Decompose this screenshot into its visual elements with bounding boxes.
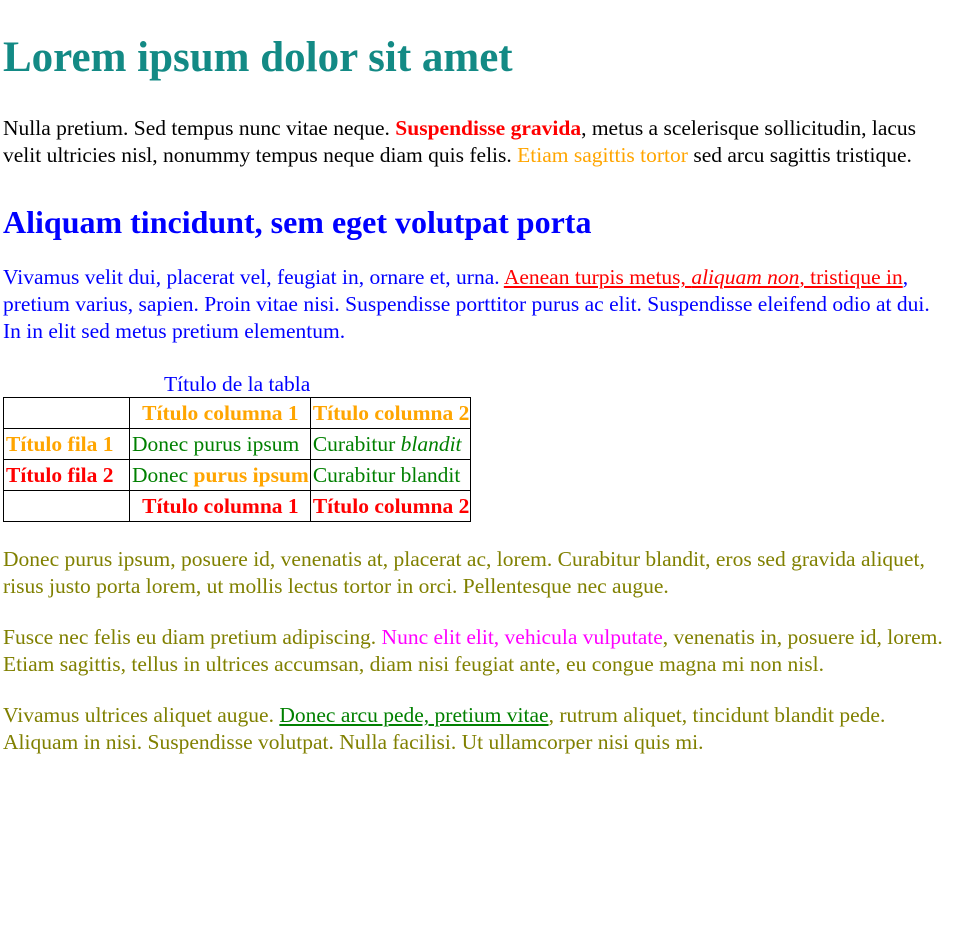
intro-text-1: Nulla pretium. Sed tempus nunc vitae neq… xyxy=(3,116,396,140)
table-footer-row: Título columna 1 Título columna 2 xyxy=(3,490,472,522)
aenean-link-italic: aliquam non xyxy=(691,265,800,289)
olive-paragraph-1: Donec purus ipsum, posuere id, venenatis… xyxy=(3,547,925,598)
olive-paragraph-2: Fusce nec felis eu diam pretium adipisci… xyxy=(3,624,952,678)
table-header-row: Título columna 1 Título columna 2 xyxy=(3,397,472,429)
header-col-1: Título columna 1 xyxy=(129,397,311,429)
cell-r1-c2-italic: blandit xyxy=(400,431,462,456)
aenean-link-text-b: , tristique in xyxy=(799,265,903,289)
olive2-text-1: Fusce nec felis eu diam pretium adipisci… xyxy=(3,625,382,649)
cell-r1-c2-plain: Curabitur xyxy=(312,431,401,456)
olive3-text-1: Vivamus ultrices aliquet augue. xyxy=(3,703,280,727)
intro-paragraph: Nulla pretium. Sed tempus nunc vitae neq… xyxy=(3,115,952,169)
table-corner-cell xyxy=(3,397,130,429)
footer-col-1: Título columna 1 xyxy=(129,490,311,522)
cell-r1-c2: Curabitur blandit xyxy=(309,428,472,460)
row-header-2: Título fila 2 xyxy=(3,459,130,491)
table-footer-corner xyxy=(3,490,130,522)
aenean-link-text-a: Aenean turpis metus, xyxy=(503,265,692,289)
aenean-link[interactable]: Aenean turpis metus, aliquam non, tristi… xyxy=(504,265,903,289)
section-heading: Aliquam tincidunt, sem eget volutpat por… xyxy=(3,204,592,240)
row-header-1: Título fila 1 xyxy=(3,428,130,460)
section-paragraph: Vivamus velit dui, placerat vel, feugiat… xyxy=(3,264,952,345)
section-text-1: Vivamus velit dui, placerat vel, feugiat… xyxy=(3,265,504,289)
olive-paragraph-3: Vivamus ultrices aliquet augue. Donec ar… xyxy=(3,702,952,756)
intro-bold-red: Suspendisse gravida xyxy=(395,116,582,140)
table-caption: Título de la tabla xyxy=(164,372,311,396)
cell-r1-c1: Donec purus ipsum xyxy=(129,428,311,460)
olive2-magenta-text: Nunc elit elit, vehicula vulputate xyxy=(381,625,663,649)
cell-r2-c2: Curabitur blandit xyxy=(309,459,472,491)
table-row: Título fila 1 Donec purus ipsum Curabitu… xyxy=(3,428,472,460)
page-title: Lorem ipsum dolor sit amet xyxy=(3,34,513,81)
intro-text-3: sed arcu sagittis tristique. xyxy=(687,143,912,167)
table-row: Título fila 2 Donec purus ipsum Curabitu… xyxy=(3,459,472,491)
cell-r2-c1-bold: purus ipsum xyxy=(193,462,309,487)
intro-orange-text: Etiam sagittis tortor xyxy=(517,143,688,167)
donec-arcu-link[interactable]: Donec arcu pede, pretium vitae xyxy=(279,703,548,727)
cell-r2-c1-plain: Donec xyxy=(132,462,194,487)
cell-r2-c1: Donec purus ipsum xyxy=(129,459,311,491)
footer-col-2: Título columna 2 xyxy=(309,490,472,522)
data-table: Título de la tabla Título columna 1 Títu… xyxy=(3,371,472,522)
header-col-2: Título columna 2 xyxy=(309,397,472,429)
